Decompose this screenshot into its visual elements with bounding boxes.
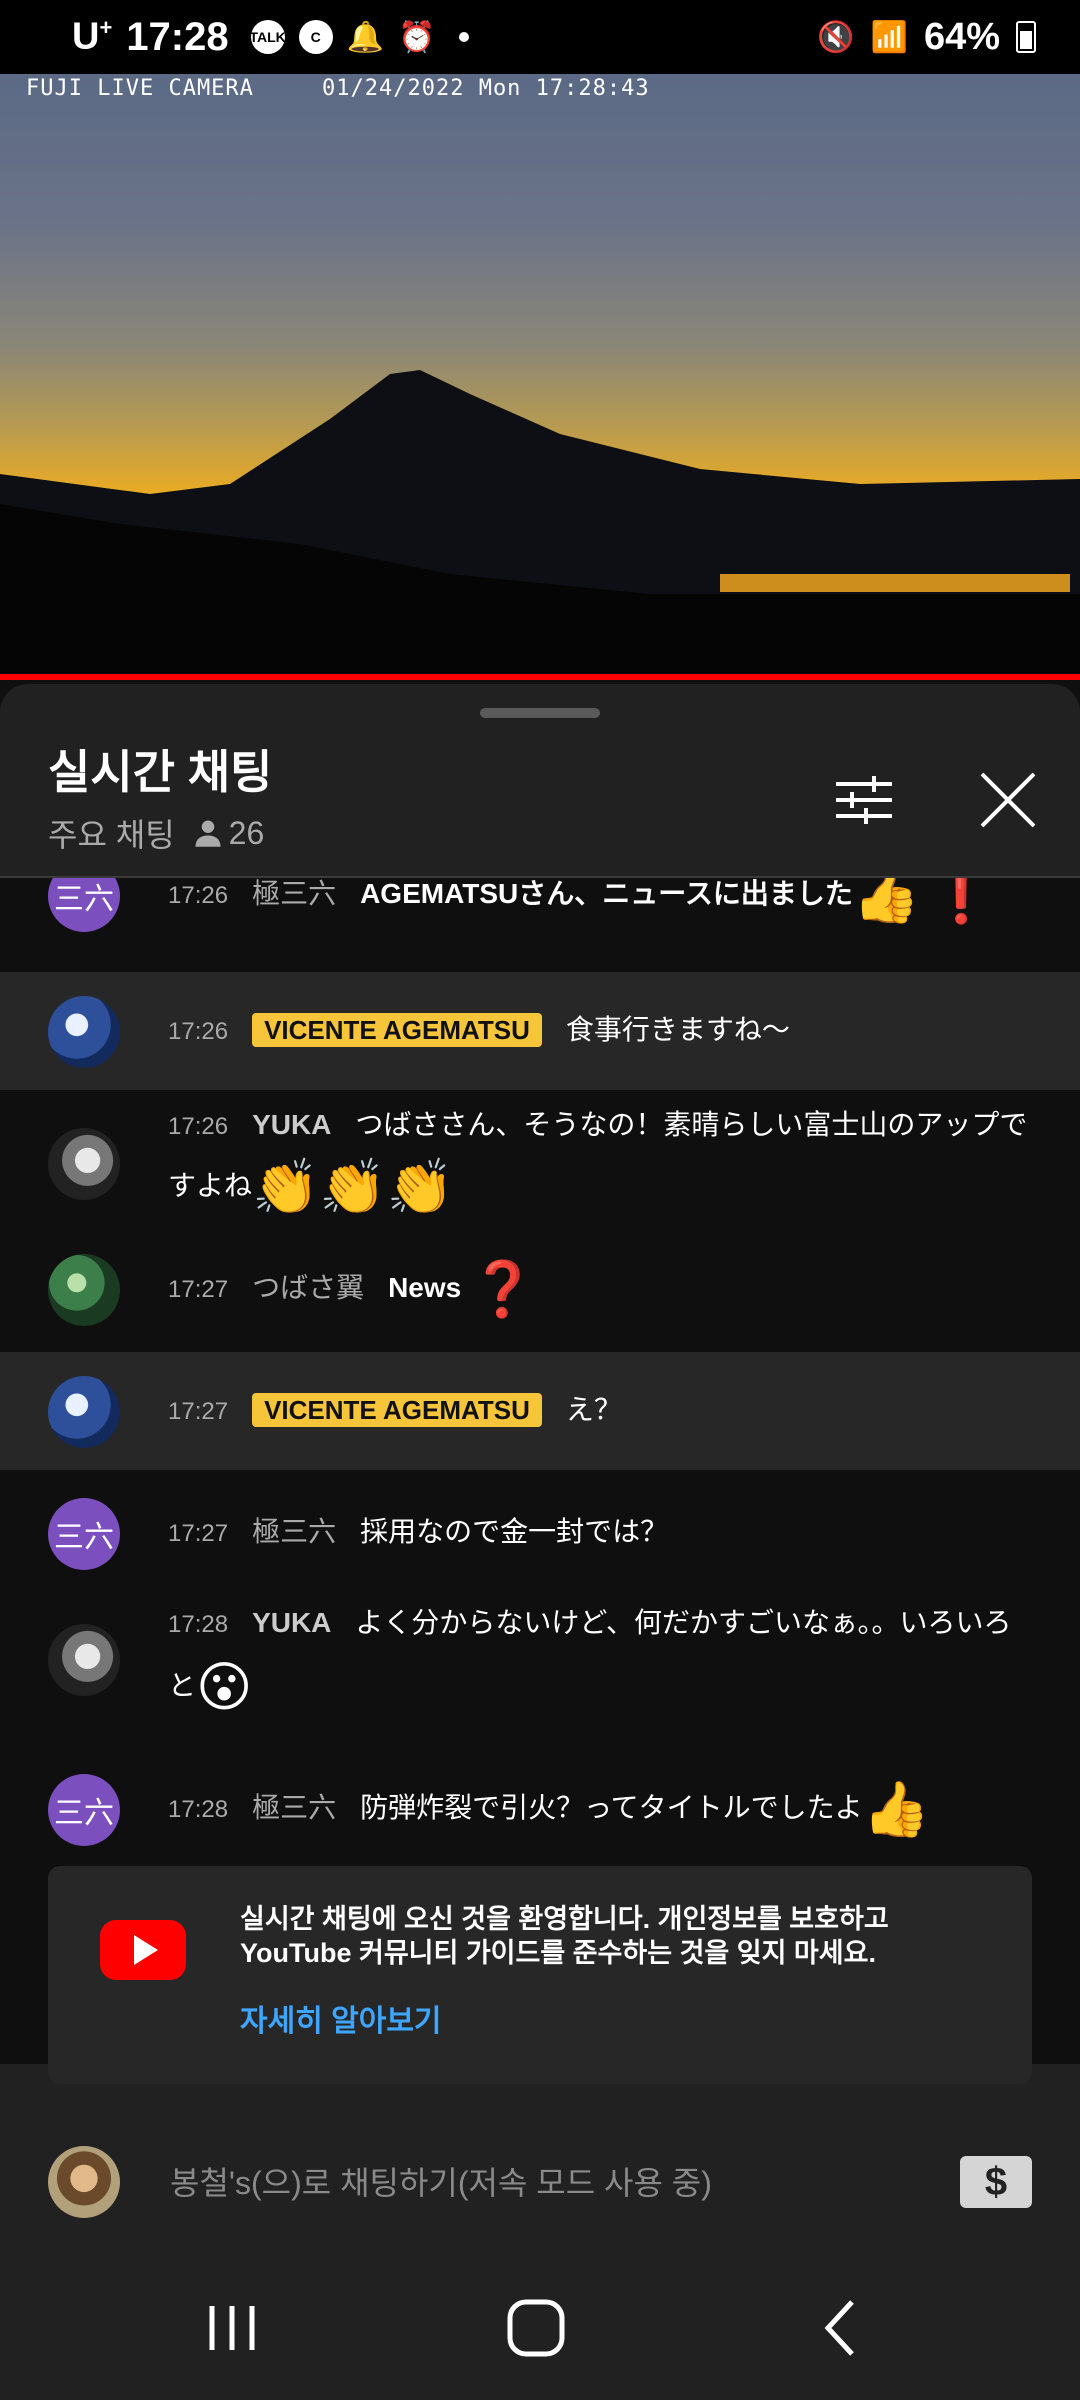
mute-icon: 🔇	[817, 20, 855, 54]
camera-timestamp: 01/24/2022 Mon 17:28:43	[322, 76, 650, 101]
carrier-label: U+	[72, 15, 113, 58]
message-time: 17:27	[168, 1276, 229, 1303]
drag-handle[interactable]	[480, 708, 600, 718]
message-author[interactable]: 極三六	[252, 1516, 336, 1547]
dollar-icon: $	[984, 2159, 1008, 2204]
member-author-badge[interactable]: VICENTE AGEMATSU	[252, 1393, 542, 1427]
battery-percent: 64%	[923, 15, 1000, 58]
chat-input[interactable]	[168, 2152, 952, 2214]
clapping-emoji-icon: 👏👏👏	[252, 1157, 454, 1218]
question-emoji-icon: ❓	[469, 1259, 537, 1320]
wifi-icon: 📶	[870, 20, 908, 54]
home-icon	[507, 2299, 565, 2357]
home-button[interactable]	[476, 2288, 596, 2368]
chat-mode-selector[interactable]: 주요 채팅	[48, 810, 175, 856]
c-icon: C	[298, 20, 333, 54]
recent-apps-icon	[209, 2306, 255, 2350]
chat-title: 실시간 채팅	[48, 746, 273, 798]
avatar[interactable]	[48, 1128, 120, 1200]
message-text: え？	[565, 1394, 622, 1425]
bell-icon: 🔔	[346, 20, 384, 54]
battery-icon	[1016, 21, 1036, 53]
message-text: 食事行きますね〜	[565, 1014, 790, 1045]
mountain-scene	[0, 370, 1080, 678]
chat-subheader: 주요 채팅 26	[48, 810, 264, 856]
back-button[interactable]	[780, 2288, 900, 2368]
exclamation-emoji-icon: ❗	[927, 878, 996, 926]
message-time: 17:26	[168, 882, 229, 909]
sliders-icon	[836, 776, 892, 824]
avatar[interactable]: 三六	[48, 1498, 120, 1570]
current-user-avatar[interactable]	[48, 2146, 120, 2218]
chat-message: 三六 17:26 極三六 AGEMATSUさん、ニュースに出ました👍 ❗	[0, 878, 1080, 940]
chat-input-bar: $	[0, 2112, 1080, 2252]
chat-message-member: 17:27 VICENTE AGEMATSU え？	[0, 1352, 1080, 1470]
thumbs-up-emoji-icon: 👍	[862, 1779, 930, 1840]
message-time: 17:27	[168, 1398, 229, 1425]
viewer-count-value: 26	[228, 814, 265, 851]
avatar[interactable]	[48, 1376, 120, 1448]
message-author[interactable]: 極三六	[252, 878, 336, 909]
welcome-card: 실시간 채팅에 오신 것을 환영합니다. 개인정보를 보호하고 YouTube …	[48, 1866, 1032, 2084]
camera-title: FUJI LIVE CAMERA	[26, 76, 254, 101]
chat-message: 三六 17:28 極三六 防弾炸裂で引火？ってタイトルでしたよ👍	[0, 1754, 1080, 1864]
thumbs-up-emoji-icon: 👍	[852, 878, 921, 926]
avatar[interactable]	[48, 1624, 120, 1696]
system-nav-bar	[0, 2252, 1080, 2400]
chat-message: 三六 17:27 極三六 採用なので金一封では？	[0, 1476, 1080, 1580]
message-text: 防弾炸裂で引火？ってタイトルでしたよ	[360, 1792, 863, 1823]
message-author[interactable]: YUKA	[252, 1109, 331, 1140]
surprised-emoji-icon: 😮	[196, 1657, 253, 1718]
message-time: 17:28	[168, 1611, 229, 1638]
recent-apps-button[interactable]	[172, 2288, 292, 2368]
video-progress-bar[interactable]	[0, 674, 1080, 680]
talk-icon: TALK	[249, 20, 286, 54]
video-player[interactable]: FUJI LIVE CAMERA 01/24/2022 Mon 17:28:43	[0, 74, 1080, 678]
status-clock: 17:28	[126, 14, 229, 59]
avatar[interactable]: 三六	[48, 878, 120, 932]
message-text-cont: と	[168, 1670, 197, 1701]
avatar[interactable]	[48, 1254, 120, 1326]
message-author[interactable]: 極三六	[252, 1792, 336, 1823]
message-author[interactable]: YUKA	[252, 1607, 331, 1638]
avatar[interactable]: 三六	[48, 1774, 120, 1846]
welcome-message: 실시간 채팅에 오신 것을 환영합니다. 개인정보를 보호하고 YouTube …	[240, 1904, 889, 1968]
message-time: 17:26	[168, 1113, 229, 1140]
chat-message-member: 17:26 VICENTE AGEMATSU 食事行きますね〜	[0, 972, 1080, 1090]
learn-more-link[interactable]: 자세히 알아보기	[240, 1996, 442, 2040]
member-author-badge[interactable]: VICENTE AGEMATSU	[252, 1013, 542, 1047]
chat-message: 17:28 YUKA よく分からないけど、何だかすごいなぁ。。いろいろ と😮	[0, 1590, 1080, 1740]
alarm-icon: ⏰	[397, 20, 436, 54]
viewer-count: 26	[193, 814, 265, 852]
message-text: News	[388, 1272, 462, 1303]
super-chat-button[interactable]: $	[960, 2156, 1032, 2208]
message-text: 採用なので金一封では？	[360, 1516, 669, 1547]
person-icon	[195, 820, 221, 847]
filter-button[interactable]	[828, 764, 900, 836]
message-text: よく分からないけど、何だかすごいなぁ。。いろいろ	[355, 1607, 1012, 1638]
close-button[interactable]	[972, 764, 1044, 836]
message-author[interactable]: つばさ翼	[252, 1272, 364, 1303]
back-icon	[824, 2300, 854, 2356]
close-icon	[980, 772, 1036, 828]
more-notifications-dot	[459, 32, 470, 42]
chat-message: 17:27 つばさ翼 News ❓	[0, 1238, 1080, 1344]
status-bar: U+ 17:28 TALK C 🔔 ⏰ 🔇 📶 64%	[0, 0, 1080, 74]
message-text-cont: すよね	[168, 1170, 253, 1201]
message-time: 17:26	[168, 1018, 229, 1045]
message-time: 17:27	[168, 1520, 229, 1547]
message-text: つばささん、そうなの！素晴らしい富士山のアップで	[355, 1109, 1028, 1140]
message-time: 17:28	[168, 1796, 229, 1823]
message-text: AGEMATSUさん、ニュースに出ました	[360, 878, 853, 909]
youtube-logo-icon	[100, 1920, 186, 1980]
chat-message: 17:26 YUKA つばささん、そうなの！素晴らしい富士山のアップで すよね👏👏👏	[0, 1092, 1080, 1242]
avatar[interactable]	[48, 996, 120, 1068]
